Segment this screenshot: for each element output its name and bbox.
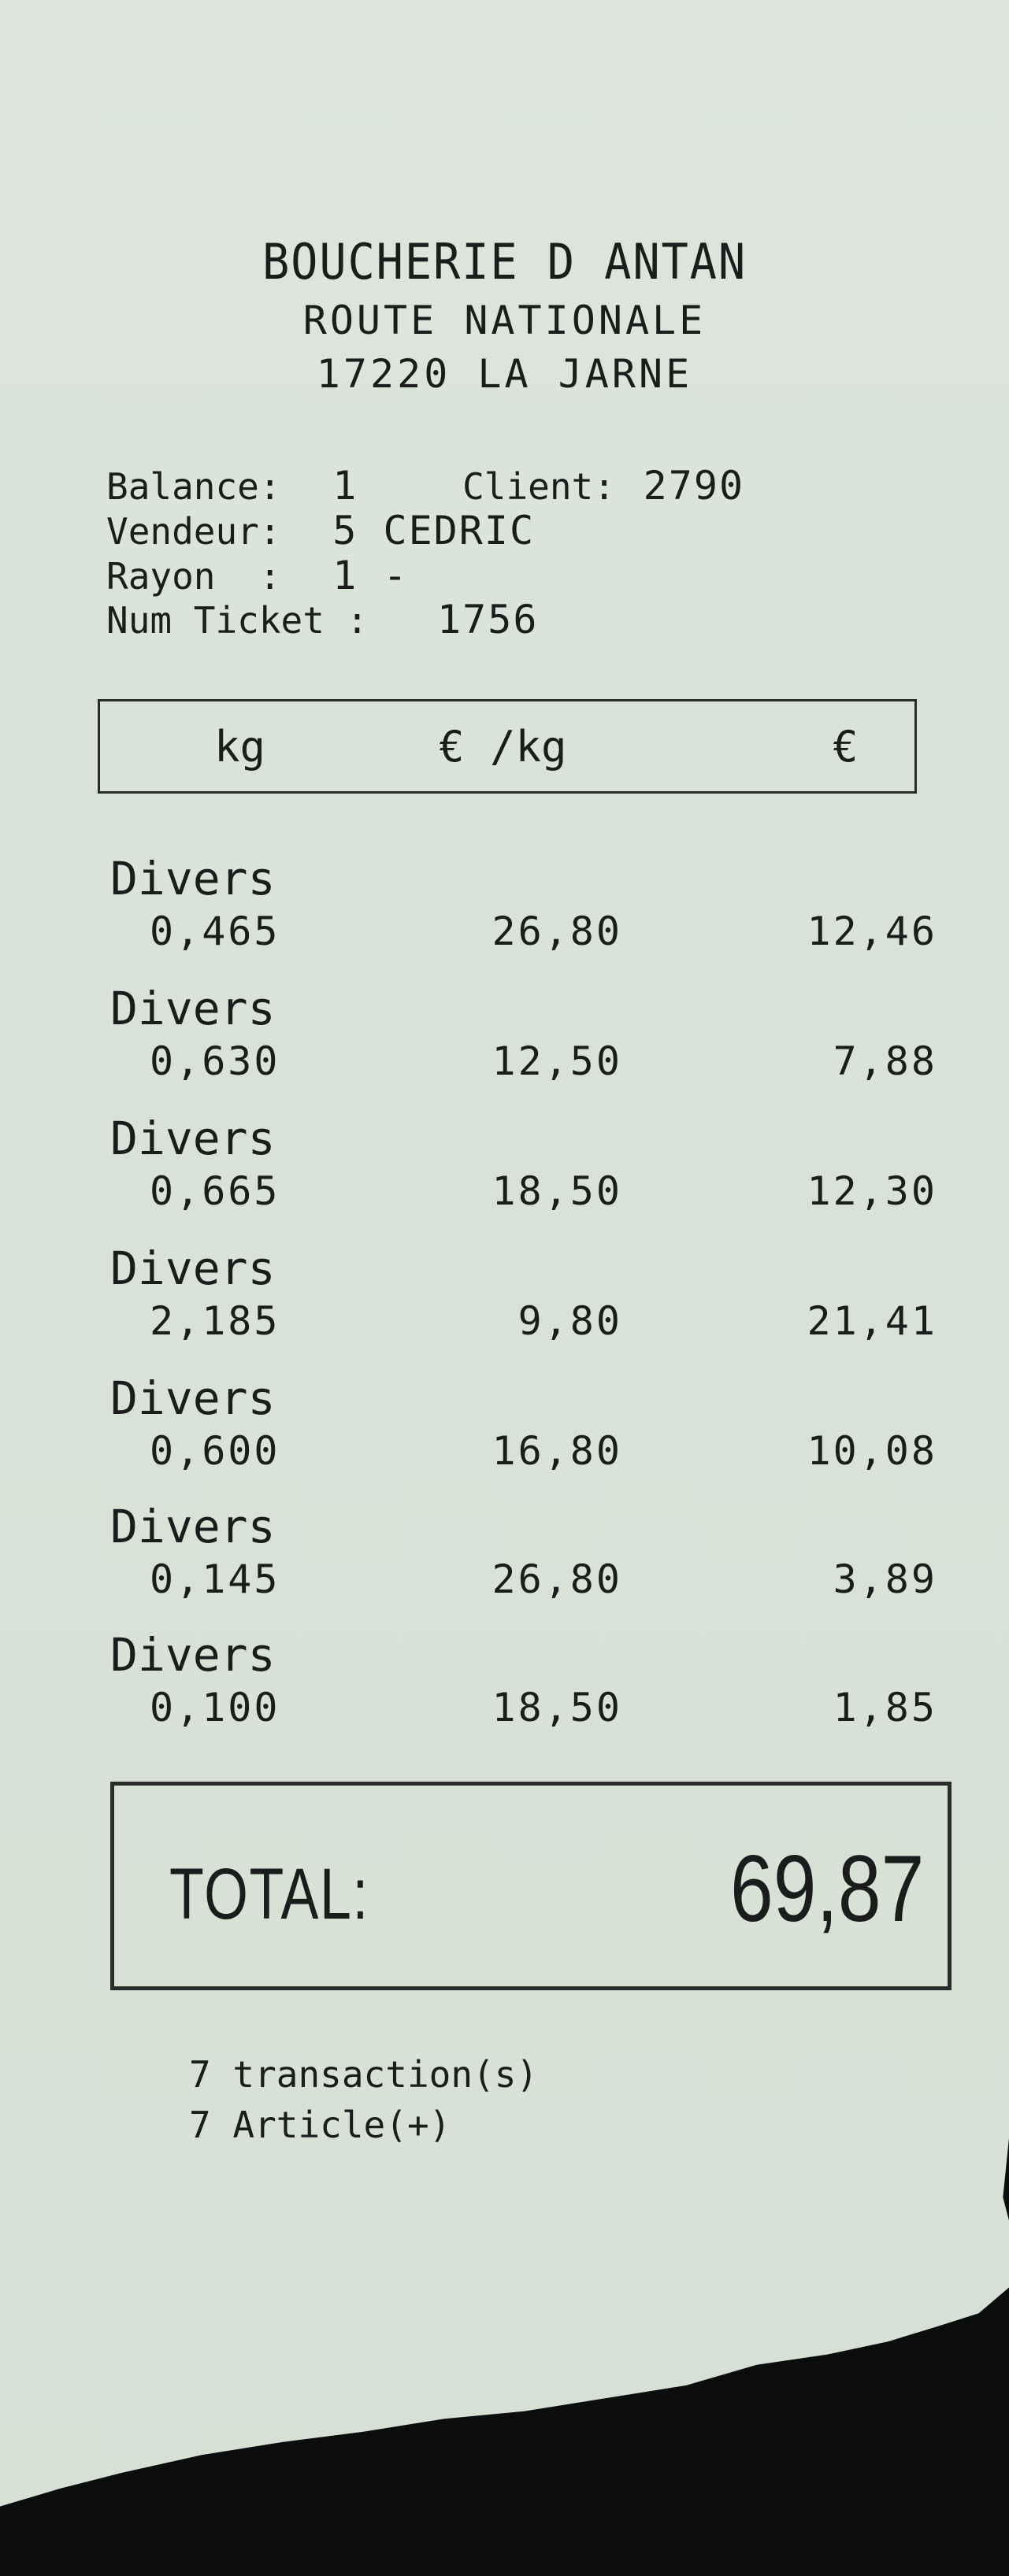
item-name: Divers (110, 1112, 276, 1165)
shop-address: ROUTE NATIONALE (302, 298, 707, 343)
ticket-value: 1756 (437, 597, 539, 642)
balance-value: 1 (332, 463, 358, 509)
balance-label: Balance: (106, 465, 281, 508)
shop-city: 17220 LA JARNE (316, 351, 693, 397)
line-item: Divers 0,600 16,80 10,08 (110, 1371, 937, 1490)
item-unit-price: 18,50 (492, 1168, 622, 1214)
item-amount: 10,08 (807, 1428, 937, 1474)
total-box: TOTAL: 69,87 (110, 1782, 952, 1990)
ticket-row: Num Ticket : 1756 (106, 597, 538, 642)
item-weight: 0,665 (150, 1168, 280, 1214)
line-item: Divers 0,465 26,80 12,46 (110, 852, 937, 970)
item-unit-price: 26,80 (492, 909, 622, 954)
item-name: Divers (110, 1242, 276, 1295)
rayon-value: 1 - (332, 553, 409, 598)
item-amount: 3,89 (833, 1556, 937, 1602)
line-item: Divers 0,145 26,80 3,89 (110, 1500, 937, 1618)
item-amount: 7,88 (833, 1038, 937, 1084)
line-item: Divers 0,630 12,50 7,88 (110, 982, 937, 1100)
rayon-label: Rayon : (106, 555, 281, 598)
line-item: Divers 0,665 18,50 12,30 (110, 1112, 937, 1230)
item-name: Divers (110, 852, 276, 905)
item-name: Divers (110, 982, 276, 1035)
item-weight: 0,630 (150, 1038, 280, 1084)
item-amount: 12,46 (807, 909, 937, 954)
column-weight: kg (214, 722, 266, 772)
column-unit-price: € /kg (439, 722, 567, 772)
item-weight: 0,465 (150, 909, 280, 954)
articles-count: 7 Article(+) (189, 2104, 451, 2146)
receipt-paper: BOUCHERIE D ANTAN ROUTE NATIONALE 17220 … (0, 0, 1009, 2507)
total-label: TOTAL: (169, 1854, 369, 1934)
item-unit-price: 9,80 (517, 1298, 622, 1344)
item-unit-price: 16,80 (492, 1428, 622, 1474)
line-item: Divers 0,100 18,50 1,85 (110, 1628, 937, 1746)
total-amount: 69,87 (729, 1836, 924, 1941)
item-name: Divers (110, 1500, 276, 1553)
shop-name: BOUCHERIE D ANTAN (262, 233, 747, 291)
column-header: kg € /kg € (98, 699, 917, 794)
item-unit-price: 12,50 (492, 1038, 622, 1084)
item-weight: 0,100 (150, 1685, 280, 1730)
client-value: 2790 (643, 463, 745, 509)
column-amount: € (833, 722, 859, 772)
item-amount: 1,85 (833, 1685, 937, 1730)
line-item: Divers 2,185 9,80 21,41 (110, 1242, 937, 1360)
vendeur-label: Vendeur: (106, 510, 281, 553)
item-amount: 21,41 (807, 1298, 937, 1344)
item-unit-price: 18,50 (492, 1685, 622, 1730)
client-label: Client: (462, 465, 615, 508)
vendeur-value: 5 CEDRIC (332, 508, 536, 553)
item-weight: 0,600 (150, 1428, 280, 1474)
item-name: Divers (110, 1628, 276, 1682)
vendeur-row: Vendeur: 5 CEDRIC (106, 508, 535, 553)
ticket-label: Num Ticket : (106, 599, 369, 642)
item-weight: 0,145 (150, 1556, 280, 1602)
item-unit-price: 26,80 (492, 1556, 622, 1602)
item-name: Divers (110, 1371, 276, 1425)
item-amount: 12,30 (807, 1168, 937, 1214)
item-weight: 2,185 (150, 1298, 280, 1344)
balance-row: Balance: 1 Client: 2790 (106, 463, 744, 509)
rayon-row: Rayon : 1 - (106, 553, 409, 598)
transactions-count: 7 transaction(s) (189, 2053, 539, 2096)
